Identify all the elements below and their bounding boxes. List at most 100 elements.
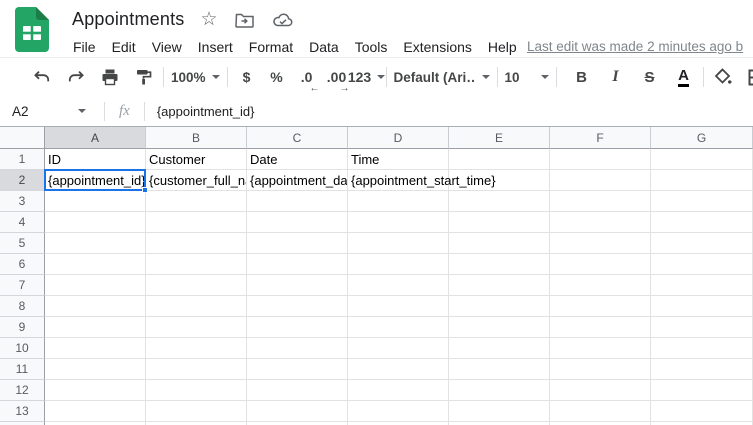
sheets-logo[interactable] bbox=[15, 7, 49, 52]
cell-A8[interactable] bbox=[45, 296, 146, 317]
cell-D6[interactable] bbox=[348, 254, 449, 275]
cell-F6[interactable] bbox=[550, 254, 651, 275]
menu-edit[interactable]: Edit bbox=[104, 39, 144, 55]
print-button[interactable] bbox=[98, 64, 122, 90]
menu-format[interactable]: Format bbox=[241, 39, 301, 55]
column-header-F[interactable]: F bbox=[550, 127, 651, 149]
cell-F4[interactable] bbox=[550, 212, 651, 233]
cell-G2[interactable] bbox=[651, 170, 753, 191]
italic-button[interactable]: I bbox=[604, 64, 628, 90]
cell-G5[interactable] bbox=[651, 233, 753, 254]
cell-E1[interactable] bbox=[449, 149, 550, 170]
cell-E10[interactable] bbox=[449, 338, 550, 359]
column-header-E[interactable]: E bbox=[449, 127, 550, 149]
cell-D13[interactable] bbox=[348, 401, 449, 422]
formula-input[interactable]: {appointment_id} bbox=[157, 104, 753, 119]
column-header-B[interactable]: B bbox=[146, 127, 247, 149]
font-family-select[interactable]: Default (Ari… bbox=[394, 70, 490, 85]
last-edit-link[interactable]: Last edit was made 2 minutes ago b bbox=[527, 39, 743, 54]
cell-C5[interactable] bbox=[247, 233, 348, 254]
row-header-6[interactable]: 6 bbox=[0, 254, 45, 275]
redo-button[interactable] bbox=[64, 64, 88, 90]
cell-G10[interactable] bbox=[651, 338, 753, 359]
cell-C4[interactable] bbox=[247, 212, 348, 233]
cell-A5[interactable] bbox=[45, 233, 146, 254]
cell-C2[interactable]: {appointment_date} bbox=[247, 170, 348, 191]
cell-B13[interactable] bbox=[146, 401, 247, 422]
cell-B10[interactable] bbox=[146, 338, 247, 359]
cell-E7[interactable] bbox=[449, 275, 550, 296]
cell-G7[interactable] bbox=[651, 275, 753, 296]
cell-D3[interactable] bbox=[348, 191, 449, 212]
cell-D1[interactable]: Time bbox=[348, 149, 449, 170]
cell-G1[interactable] bbox=[651, 149, 753, 170]
cell-C7[interactable] bbox=[247, 275, 348, 296]
cell-E9[interactable] bbox=[449, 317, 550, 338]
more-formats-button[interactable]: 123 bbox=[355, 64, 379, 90]
cell-D11[interactable] bbox=[348, 359, 449, 380]
cell-B6[interactable] bbox=[146, 254, 247, 275]
cell-C9[interactable] bbox=[247, 317, 348, 338]
borders-button[interactable] bbox=[745, 64, 753, 90]
cell-F1[interactable] bbox=[550, 149, 651, 170]
row-header-9[interactable]: 9 bbox=[0, 317, 45, 338]
currency-format-button[interactable]: $ bbox=[235, 64, 259, 90]
cell-B12[interactable] bbox=[146, 380, 247, 401]
cell-A1[interactable]: ID bbox=[45, 149, 146, 170]
cell-D10[interactable] bbox=[348, 338, 449, 359]
cell-D7[interactable] bbox=[348, 275, 449, 296]
column-header-A[interactable]: A bbox=[45, 127, 146, 149]
cell-A9[interactable] bbox=[45, 317, 146, 338]
cell-E5[interactable] bbox=[449, 233, 550, 254]
cell-C11[interactable] bbox=[247, 359, 348, 380]
menu-tools[interactable]: Tools bbox=[347, 39, 396, 55]
cell-F8[interactable] bbox=[550, 296, 651, 317]
cell-A12[interactable] bbox=[45, 380, 146, 401]
font-size-select[interactable]: 10 bbox=[505, 70, 549, 85]
cell-A3[interactable] bbox=[45, 191, 146, 212]
column-header-G[interactable]: G bbox=[651, 127, 753, 149]
cell-A4[interactable] bbox=[45, 212, 146, 233]
name-box[interactable]: A2 bbox=[0, 104, 86, 119]
paint-format-button[interactable] bbox=[132, 64, 156, 90]
row-header-2[interactable]: 2 bbox=[0, 170, 45, 191]
cell-B7[interactable] bbox=[146, 275, 247, 296]
row-header-11[interactable]: 11 bbox=[0, 359, 45, 380]
row-header-1[interactable]: 1 bbox=[0, 149, 45, 170]
cell-G11[interactable] bbox=[651, 359, 753, 380]
cell-D5[interactable] bbox=[348, 233, 449, 254]
row-header-5[interactable]: 5 bbox=[0, 233, 45, 254]
cell-B8[interactable] bbox=[146, 296, 247, 317]
cell-G13[interactable] bbox=[651, 401, 753, 422]
cell-G4[interactable] bbox=[651, 212, 753, 233]
cell-E6[interactable] bbox=[449, 254, 550, 275]
column-header-C[interactable]: C bbox=[247, 127, 348, 149]
cell-A7[interactable] bbox=[45, 275, 146, 296]
cell-C3[interactable] bbox=[247, 191, 348, 212]
decrease-decimal-button[interactable]: .0 ← bbox=[295, 64, 319, 90]
column-header-D[interactable]: D bbox=[348, 127, 449, 149]
menu-data[interactable]: Data bbox=[301, 39, 347, 55]
text-color-button[interactable]: A bbox=[672, 64, 696, 90]
cell-A10[interactable] bbox=[45, 338, 146, 359]
move-to-folder-icon[interactable] bbox=[235, 12, 255, 28]
cell-A13[interactable] bbox=[45, 401, 146, 422]
cell-A6[interactable] bbox=[45, 254, 146, 275]
cell-C10[interactable] bbox=[247, 338, 348, 359]
cell-B5[interactable] bbox=[146, 233, 247, 254]
cell-E13[interactable] bbox=[449, 401, 550, 422]
menu-view[interactable]: View bbox=[144, 39, 190, 55]
star-icon[interactable]: ☆ bbox=[200, 10, 217, 29]
cell-B9[interactable] bbox=[146, 317, 247, 338]
cell-F13[interactable] bbox=[550, 401, 651, 422]
undo-button[interactable] bbox=[30, 64, 54, 90]
row-header-8[interactable]: 8 bbox=[0, 296, 45, 317]
cell-F9[interactable] bbox=[550, 317, 651, 338]
cell-D2[interactable]: {appointment_start_time} bbox=[348, 170, 449, 191]
strikethrough-button[interactable]: S bbox=[638, 64, 662, 90]
cell-G8[interactable] bbox=[651, 296, 753, 317]
row-header-7[interactable]: 7 bbox=[0, 275, 45, 296]
fill-handle[interactable] bbox=[142, 187, 148, 193]
cell-F10[interactable] bbox=[550, 338, 651, 359]
select-all-corner[interactable] bbox=[0, 127, 45, 149]
